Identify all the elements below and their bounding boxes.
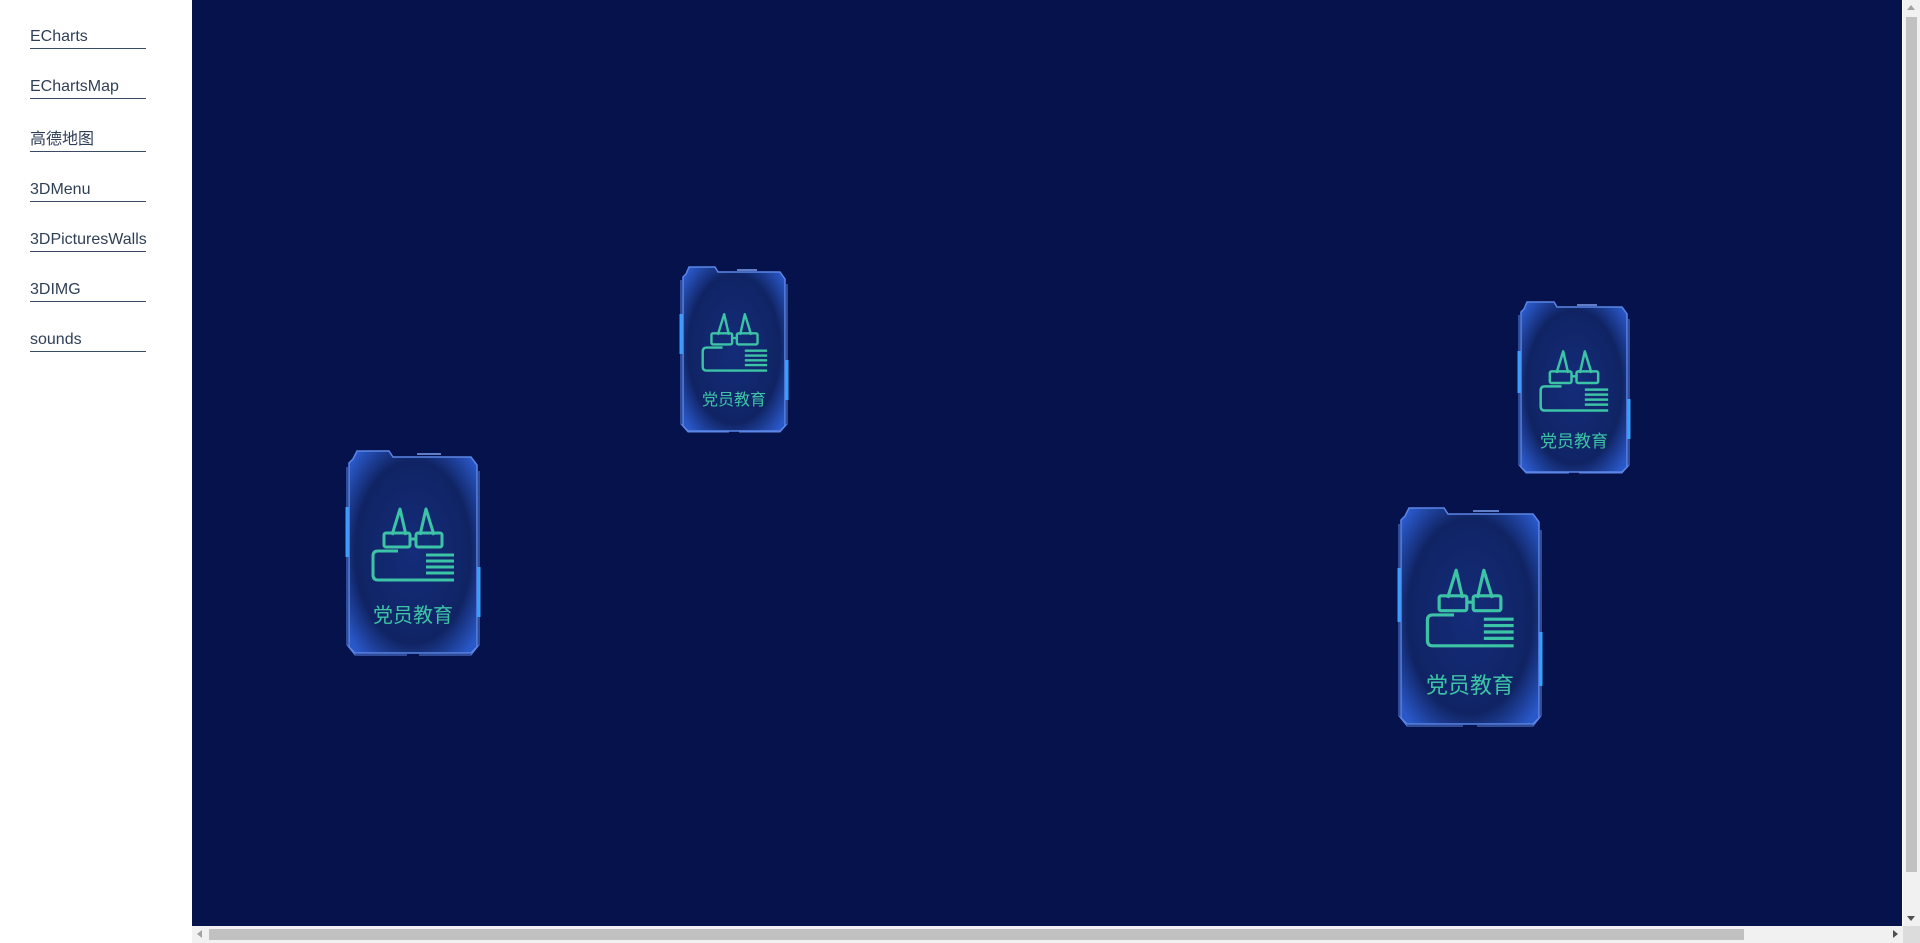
menu-tile[interactable]: 党员教育	[345, 447, 481, 657]
menu-tile[interactable]: 党员教育	[1517, 299, 1631, 475]
nav-link-3dmenu[interactable]: 3DMenu	[30, 181, 146, 202]
glasses-book-icon	[347, 505, 479, 583]
nav-link-echarts[interactable]: ECharts	[30, 28, 146, 49]
scroll-left-arrow-icon[interactable]	[197, 930, 202, 938]
glasses-book-icon	[1399, 566, 1541, 649]
menu-tile[interactable]: 党员教育	[679, 264, 789, 434]
sidebar: ECharts EChartsMap 高德地图 3DMenu 3DPicture…	[0, 0, 192, 943]
nav-link-3dimg[interactable]: 3DIMG	[30, 281, 146, 302]
nav-link-3dpictureswalls[interactable]: 3DPicturesWalls	[30, 231, 147, 252]
glasses-book-icon	[681, 311, 787, 373]
tile-label: 党员教育	[1425, 674, 1514, 699]
nav-link-echartsmap[interactable]: EChartsMap	[30, 78, 146, 99]
glasses-book-icon	[1519, 348, 1629, 413]
tile-label: 党员教育	[373, 603, 453, 627]
tile-label: 党员教育	[701, 390, 766, 409]
scroll-down-arrow-icon[interactable]	[1907, 916, 1915, 921]
vertical-scrollbar[interactable]	[1903, 0, 1920, 926]
scrollbar-corner	[1903, 926, 1920, 943]
nav-link-sounds[interactable]: sounds	[30, 331, 146, 352]
horizontal-scrollbar[interactable]	[192, 926, 1903, 943]
scroll-right-arrow-icon[interactable]	[1893, 930, 1898, 938]
menu-tile[interactable]: 党员教育	[1397, 504, 1543, 728]
3d-menu-stage: 党员教育 党员教育 党员教育 党员教育	[192, 0, 1902, 926]
vertical-scrollbar-thumb[interactable]	[1906, 17, 1917, 872]
tile-label: 党员教育	[1540, 432, 1608, 452]
scroll-up-arrow-icon[interactable]	[1907, 5, 1915, 10]
nav-link-amap[interactable]: 高德地图	[30, 131, 146, 152]
horizontal-scrollbar-thumb[interactable]	[209, 929, 1744, 940]
